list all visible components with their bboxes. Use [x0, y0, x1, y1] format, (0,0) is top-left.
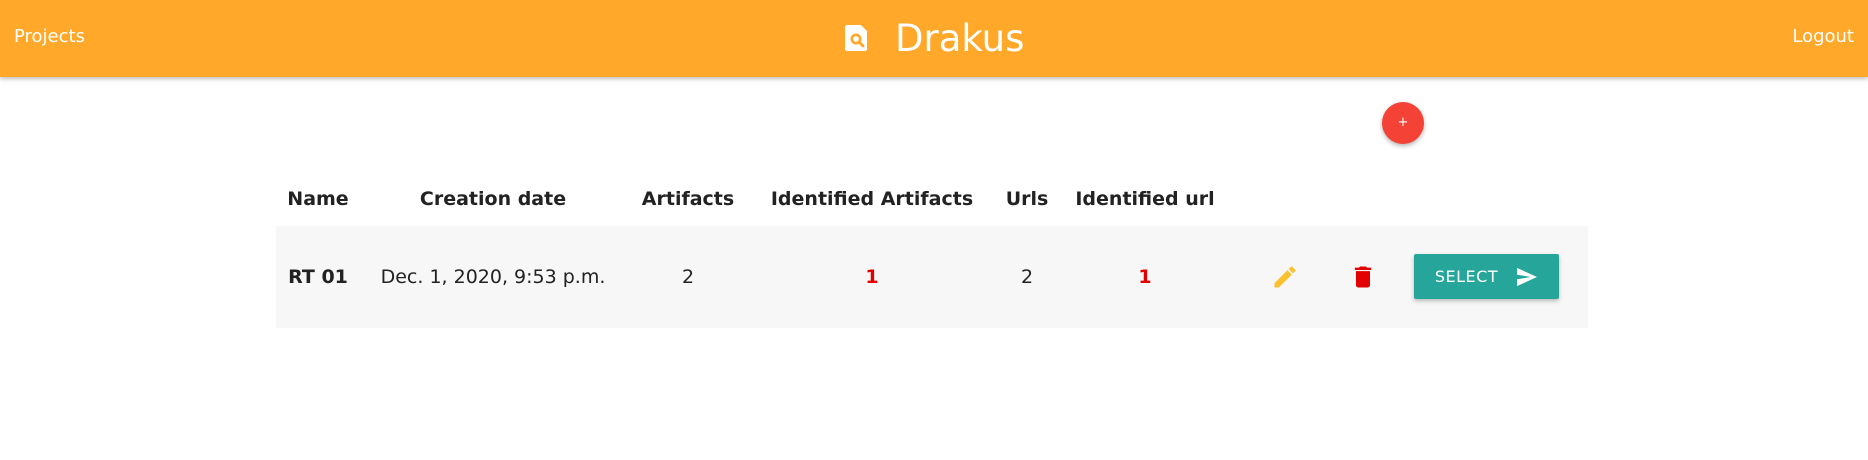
- header-urls: Urls: [1005, 188, 1049, 210]
- projects-table: Name Creation date Artifacts Identified …: [276, 172, 1588, 328]
- top-navbar: Projects Drakus Logout: [0, 0, 1868, 77]
- project-name: RT 01: [288, 266, 348, 288]
- table-row: RT 01 Dec. 1, 2020, 9:53 p.m. 2 1 2 1 SE…: [276, 226, 1588, 328]
- header-identified-artifacts: Identified Artifacts: [770, 188, 974, 210]
- logout-link[interactable]: Logout: [1792, 0, 1854, 74]
- trash-icon[interactable]: [1349, 263, 1377, 291]
- brand-title: Drakus: [895, 16, 1025, 60]
- project-artifacts-count: 2: [681, 266, 695, 288]
- select-project-button[interactable]: SELECT: [1414, 254, 1559, 299]
- project-identified-url-count: 1: [1138, 266, 1152, 288]
- project-urls-count: 2: [1020, 266, 1034, 288]
- projects-link[interactable]: Projects: [14, 0, 85, 74]
- document-search-icon: [845, 25, 867, 51]
- header-identified-url: Identified url: [1075, 188, 1215, 210]
- project-creation-date: Dec. 1, 2020, 9:53 p.m.: [380, 266, 606, 288]
- send-icon: [1517, 267, 1538, 286]
- table-header: Name Creation date Artifacts Identified …: [276, 172, 1588, 226]
- brand-logo[interactable]: Drakus: [845, 10, 1024, 66]
- header-artifacts: Artifacts: [641, 188, 735, 210]
- header-name: Name: [287, 188, 349, 210]
- pencil-icon[interactable]: [1271, 263, 1299, 291]
- header-creation-date: Creation date: [419, 188, 567, 210]
- add-project-button[interactable]: +: [1382, 102, 1424, 144]
- select-button-label: SELECT: [1434, 267, 1499, 286]
- project-identified-artifacts-count: 1: [865, 266, 879, 288]
